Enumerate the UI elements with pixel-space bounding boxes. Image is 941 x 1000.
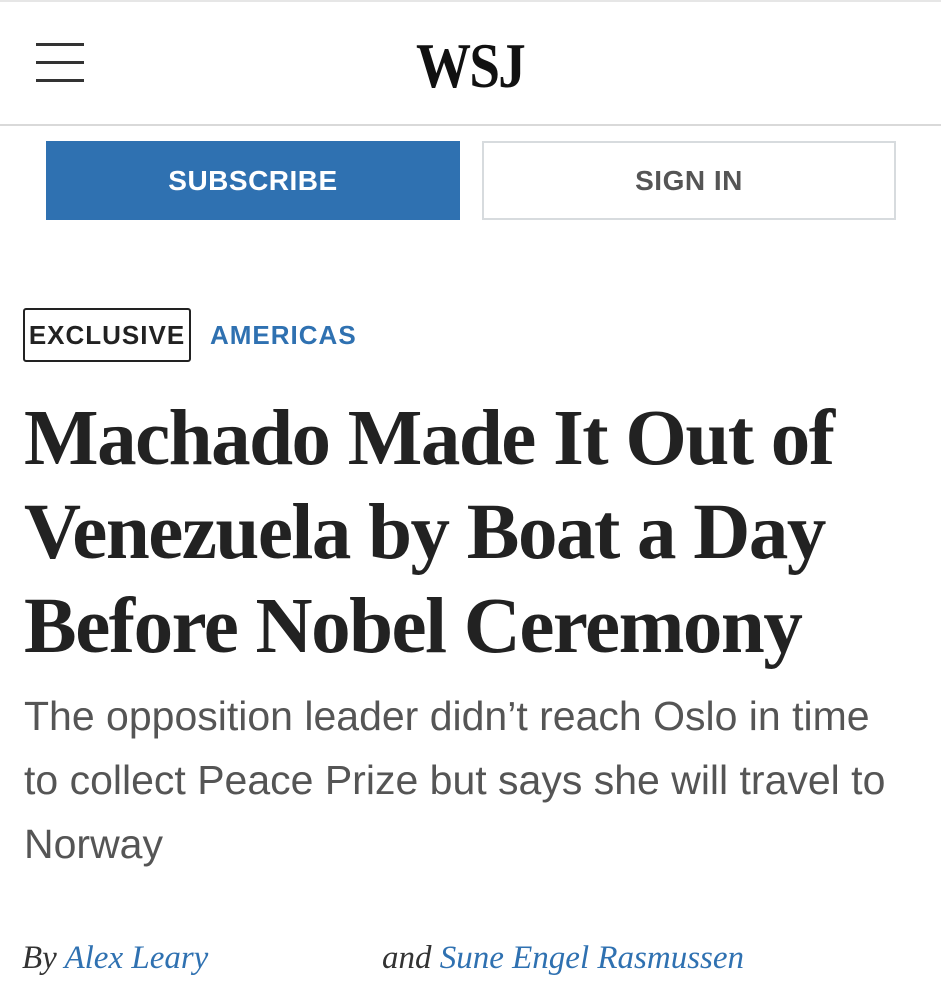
sign-in-button[interactable]: SIGN IN xyxy=(482,141,896,220)
menu-bar xyxy=(36,43,84,46)
wsj-logo[interactable]: WSJ xyxy=(384,26,556,106)
subscribe-button[interactable]: SUBSCRIBE xyxy=(46,141,460,220)
article-dek: The opposition leader didn’t reach Oslo … xyxy=(24,693,886,867)
exclusive-flag: EXCLUSIVE xyxy=(23,308,191,362)
author-link-sune-engel-rasmussen[interactable]: Sune Engel Rasmussen xyxy=(440,940,744,976)
section-link-americas[interactable]: AMERICAS xyxy=(210,318,357,352)
hamburger-menu-icon[interactable] xyxy=(36,40,86,84)
article-headline: Machado Made It Out of Venezuela by Boat… xyxy=(24,395,835,670)
menu-bar xyxy=(36,79,84,82)
menu-bar xyxy=(36,61,84,64)
byline-second: and Sune Engel Rasmussen xyxy=(382,936,744,980)
author-link-alex-leary[interactable]: Alex Leary xyxy=(64,940,208,976)
site-header: WSJ xyxy=(0,0,941,126)
byline-first: By Alex Leary xyxy=(22,936,208,980)
byline-and: and xyxy=(382,940,432,976)
byline-prefix: By xyxy=(22,940,57,976)
